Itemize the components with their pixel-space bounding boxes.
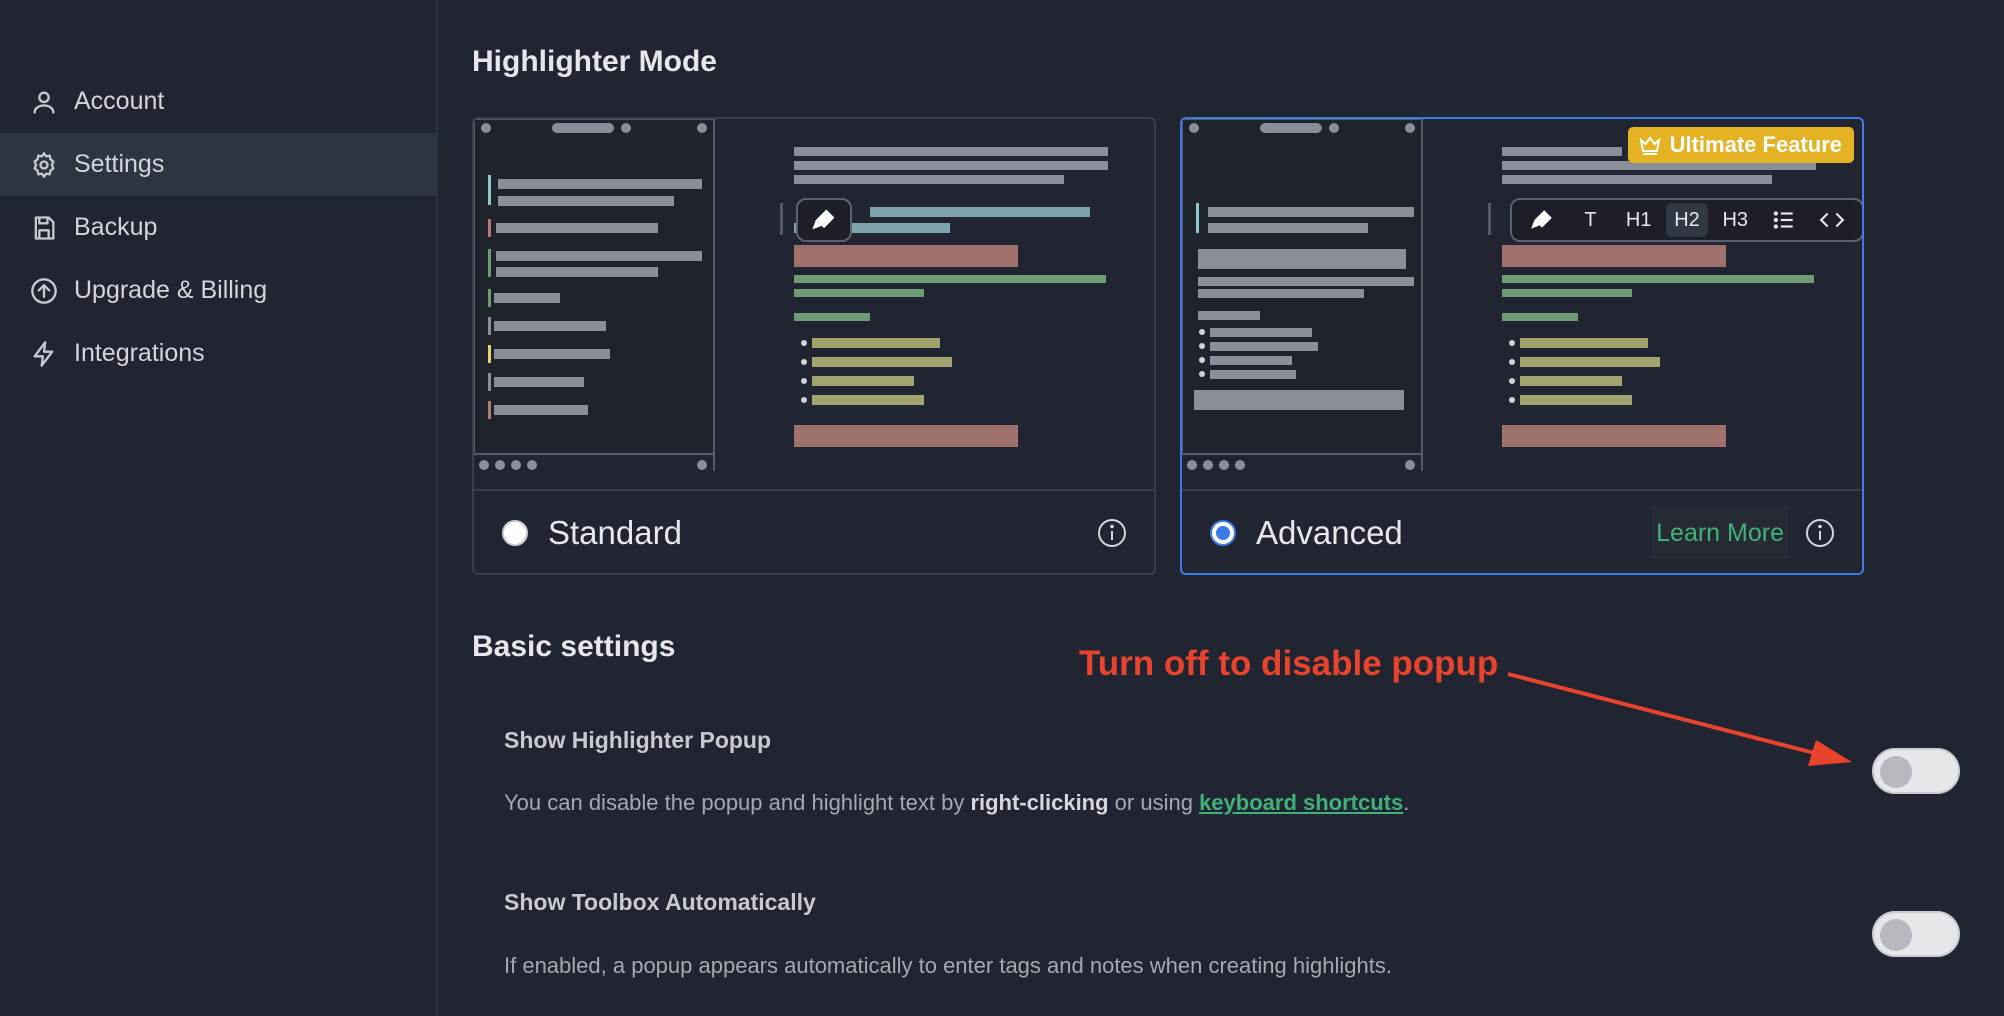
save-icon bbox=[34, 215, 55, 240]
code-icon bbox=[1811, 203, 1853, 237]
toggle-knob bbox=[1880, 919, 1912, 951]
mode-label-standard: Standard bbox=[548, 514, 682, 551]
heading1-button: H1 bbox=[1625, 208, 1652, 231]
annotation-label: Turn off to disable popup bbox=[1079, 644, 1499, 683]
sidebar-item-label: Account bbox=[74, 87, 165, 115]
highlighter-icon bbox=[1521, 203, 1563, 237]
mode-card-standard[interactable]: Standard bbox=[472, 117, 1156, 575]
highlighter-popup-preview bbox=[796, 198, 852, 242]
sidebar-item-integrations[interactable]: Integrations bbox=[0, 322, 438, 385]
ultimate-feature-badge: Ultimate Feature bbox=[1627, 127, 1854, 163]
sidebar: Account Settings Backup Upgrade & Billin… bbox=[0, 0, 438, 1016]
upgrade-icon bbox=[31, 277, 57, 304]
section-title-basic-settings: Basic settings bbox=[472, 630, 676, 663]
sidebar-item-settings[interactable]: Settings bbox=[0, 133, 438, 196]
info-icon[interactable] bbox=[1804, 517, 1836, 549]
learn-more-link[interactable]: Learn More bbox=[1652, 507, 1788, 559]
sidebar-item-label: Settings bbox=[74, 150, 165, 178]
info-icon[interactable] bbox=[1096, 517, 1128, 549]
user-icon bbox=[33, 91, 55, 114]
setting-desc-show-toolbox: If enabled, a popup appears automaticall… bbox=[504, 953, 1392, 978]
section-title-highlighter-mode: Highlighter Mode bbox=[472, 45, 717, 78]
desc-bold-right-clicking: right-clicking bbox=[970, 790, 1109, 815]
heading2-button: H2 bbox=[1665, 203, 1708, 237]
crown-icon bbox=[1639, 136, 1661, 155]
highlighter-icon bbox=[812, 209, 835, 230]
toggle-show-popup[interactable] bbox=[1872, 748, 1960, 794]
radio-standard[interactable] bbox=[502, 520, 528, 546]
mode-card-footer: Standard bbox=[474, 489, 1154, 573]
list-icon bbox=[1763, 203, 1805, 237]
sidebar-item-label: Integrations bbox=[74, 339, 205, 367]
sidebar-item-label: Upgrade & Billing bbox=[74, 276, 268, 304]
sidebar-item-backup[interactable]: Backup bbox=[0, 196, 438, 259]
badge-label: Ultimate Feature bbox=[1669, 132, 1842, 157]
setting-title-show-popup: Show Highlighter Popup bbox=[504, 727, 772, 753]
mode-card-footer: Advanced Learn More bbox=[1182, 489, 1862, 573]
standard-preview-image bbox=[474, 119, 1108, 471]
mode-card-advanced[interactable]: Ultimate Feature T H1 H2 H3 Advanced Lea… bbox=[1180, 117, 1864, 575]
gear-icon bbox=[33, 151, 55, 178]
toggle-knob bbox=[1880, 756, 1912, 788]
annotation-arrow bbox=[1507, 672, 1852, 766]
heading3-button: H3 bbox=[1722, 208, 1749, 231]
toggle-show-toolbox[interactable] bbox=[1872, 911, 1960, 957]
sidebar-item-upgrade-billing[interactable]: Upgrade & Billing bbox=[0, 259, 438, 322]
advanced-toolbar-preview: T H1 H2 H3 bbox=[1510, 198, 1862, 242]
sidebar-item-label: Backup bbox=[74, 213, 158, 241]
setting-desc-show-popup: You can disable the popup and highlight … bbox=[504, 790, 1410, 815]
mode-label-advanced: Advanced bbox=[1256, 514, 1403, 551]
setting-title-show-toolbox: Show Toolbox Automatically bbox=[504, 889, 816, 915]
advanced-preview-image bbox=[1182, 119, 1816, 471]
sidebar-item-account[interactable]: Account bbox=[0, 70, 438, 133]
radio-advanced[interactable] bbox=[1210, 520, 1236, 546]
text-format-button: T bbox=[1584, 208, 1597, 231]
keyboard-shortcuts-link[interactable]: keyboard shortcuts bbox=[1199, 790, 1403, 815]
lightning-icon bbox=[33, 340, 54, 367]
